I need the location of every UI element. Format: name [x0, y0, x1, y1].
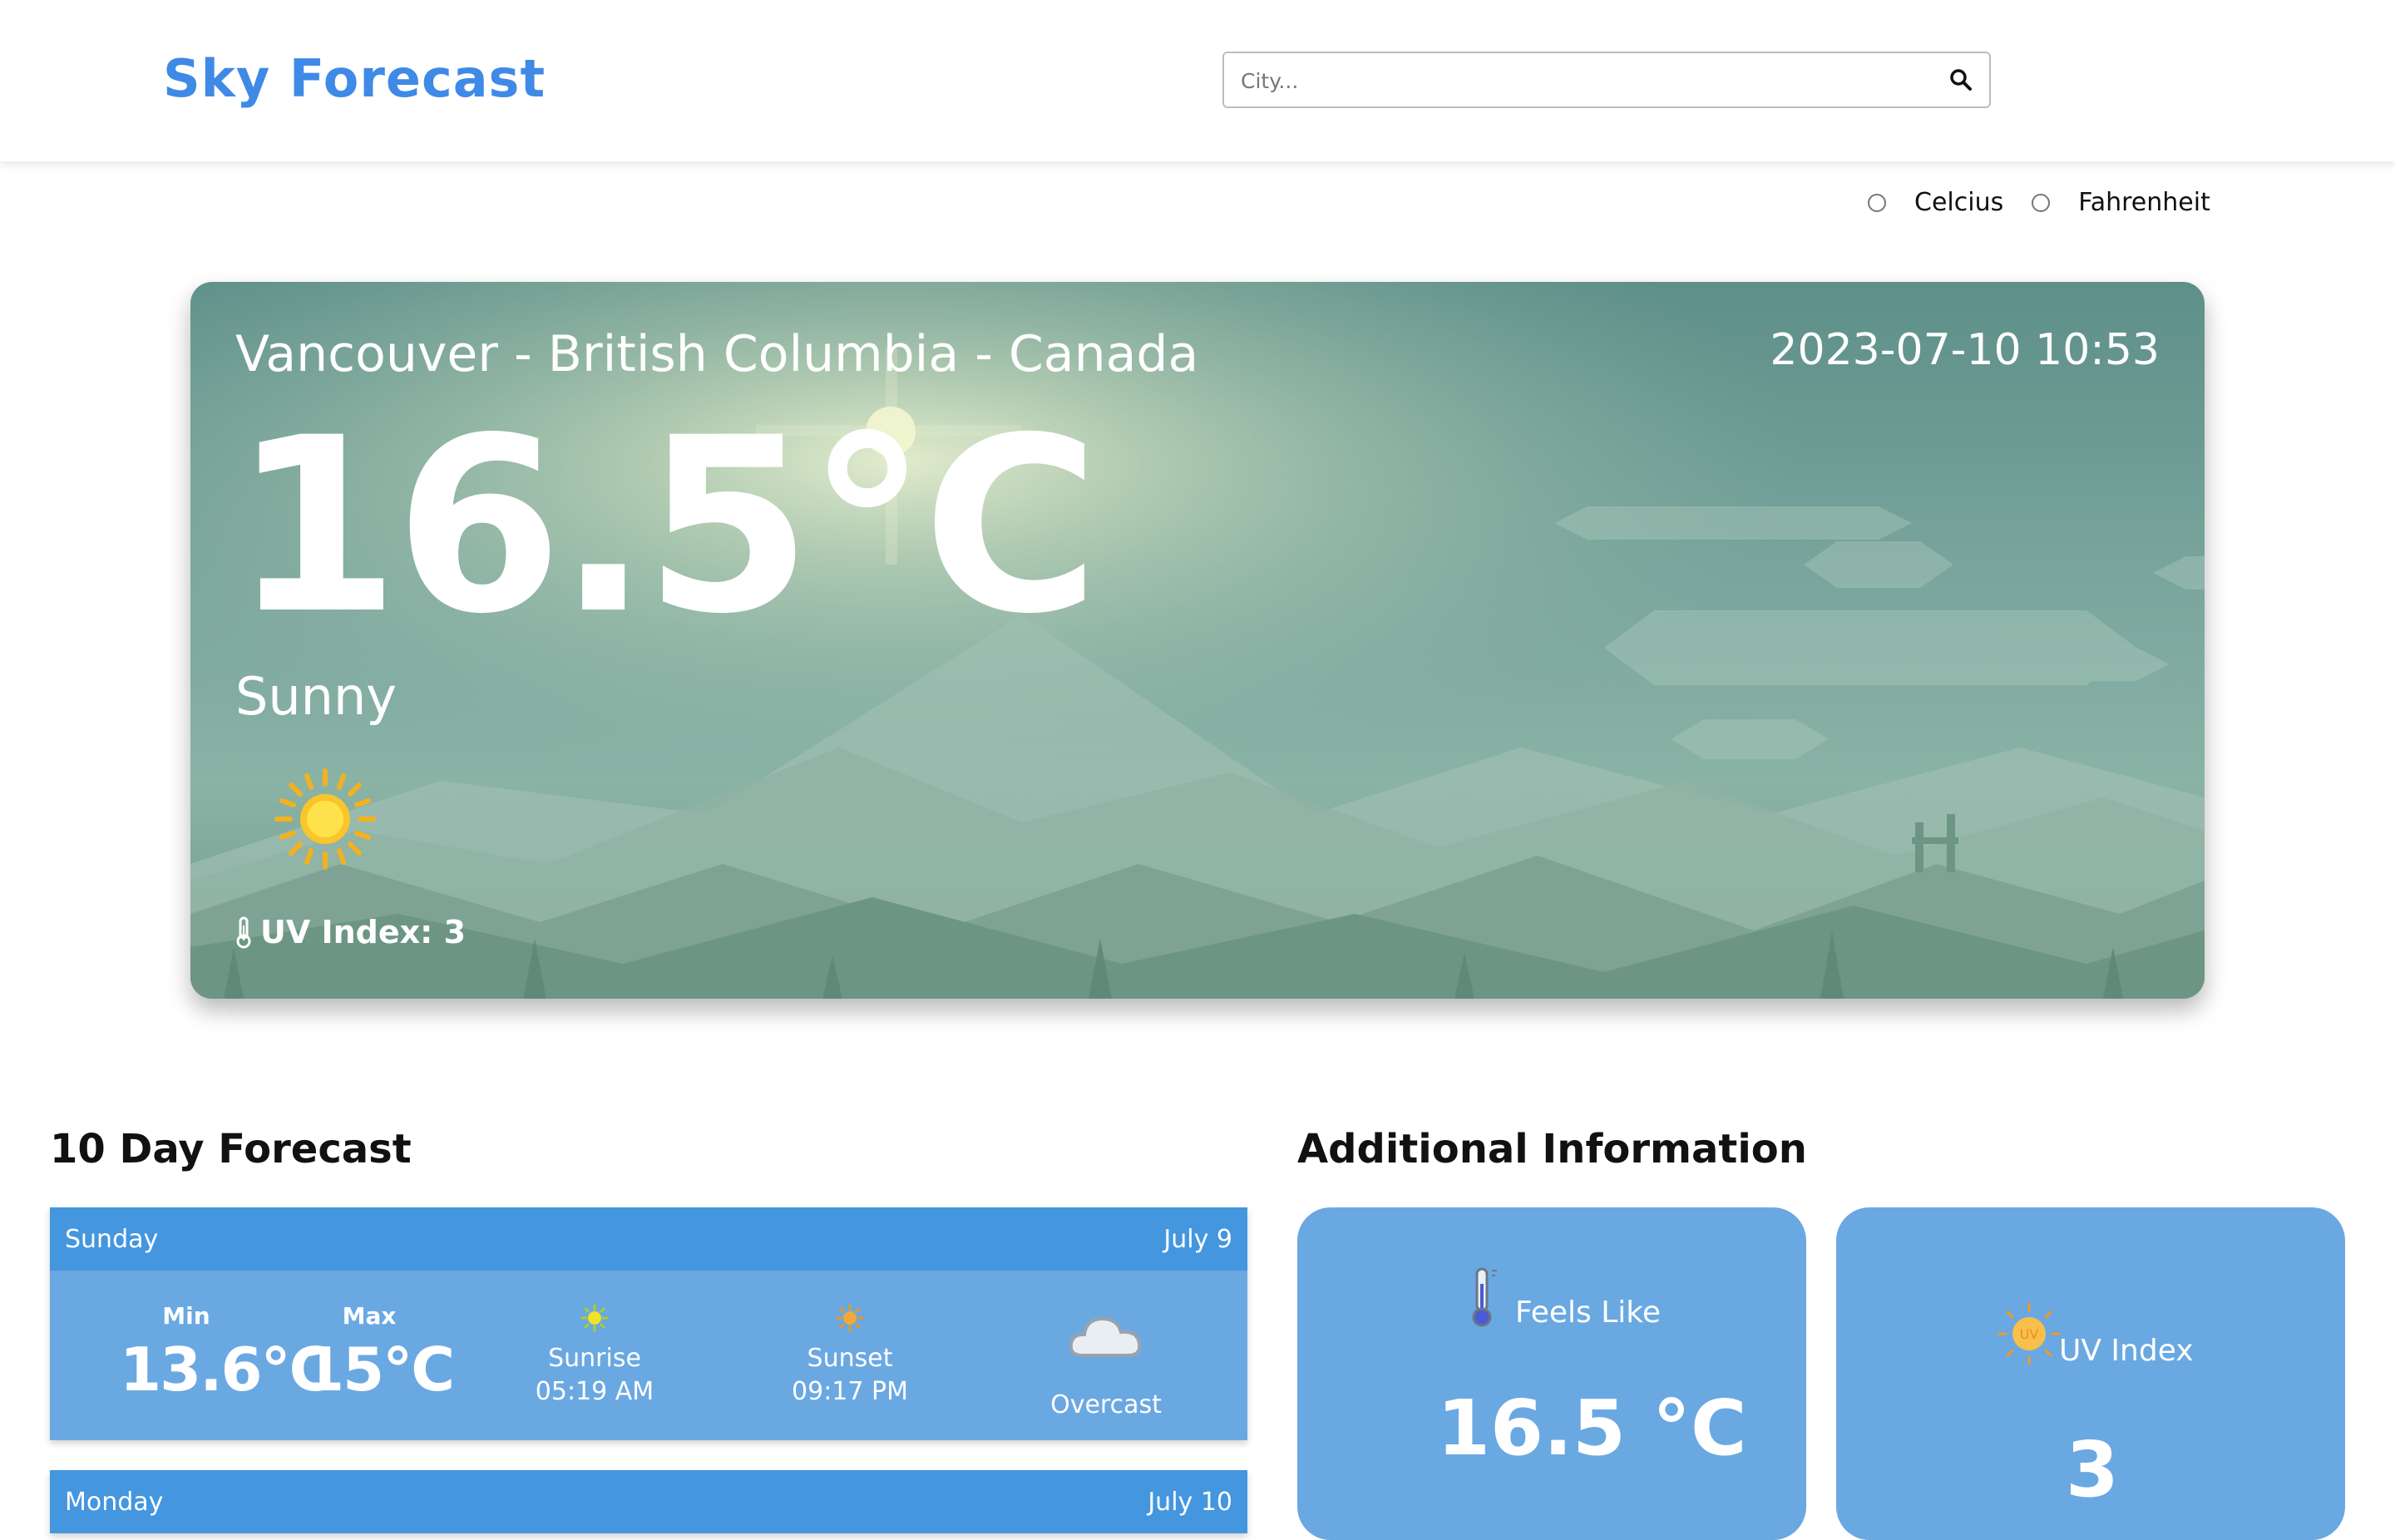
uv-sun-icon: UV [1997, 1302, 2061, 1365]
forecast-day-body: Min 13.6°C Max 15°C Sunrise 05:19 AM Sun… [50, 1271, 1247, 1440]
uv-index-value: 3 [2066, 1425, 2120, 1514]
uv-index-card: UV UV Index 3 [1836, 1207, 2345, 1540]
sunset-icon [836, 1304, 864, 1332]
thermometer-icon [1472, 1267, 1497, 1327]
location-title: Vancouver - British Columbia - Canada [235, 325, 1199, 383]
forecast-day-header: Monday July 10 [50, 1470, 1247, 1533]
max-temp: 15°C [303, 1335, 455, 1404]
sunrise-block: Sunrise 05:19 AM [528, 1304, 661, 1409]
feels-like-card: Feels Like 16.5 °C [1297, 1207, 1806, 1540]
forecast-condition-block: Overcast [1039, 1307, 1173, 1419]
forecast-day-name: Sunday [65, 1224, 159, 1254]
celsius-label[interactable]: Celcius [1914, 188, 2003, 217]
city-search-input[interactable] [1239, 53, 1924, 108]
brand-logo[interactable]: Sky Forecast [163, 48, 546, 109]
forecast-day-name: Monday [65, 1487, 164, 1517]
min-temp: 13.6°C [120, 1335, 333, 1404]
search-button[interactable] [1944, 63, 1978, 96]
forecast-day-card[interactable]: Sunday July 9 Min 13.6°C Max 15°C Sunris… [50, 1207, 1247, 1440]
sunrise-label: Sunrise [548, 1343, 641, 1373]
sunset-time: 09:17 PM [792, 1377, 908, 1406]
forecast-day-card[interactable]: Monday July 10 [50, 1470, 1247, 1533]
celsius-radio[interactable] [1868, 193, 1886, 212]
local-datetime: 2023-07-10 10:53 [1770, 325, 2160, 375]
search-box [1222, 52, 1991, 108]
uv-index-text: UV Index: 3 [260, 914, 467, 950]
feels-like-title: Feels Like [1515, 1296, 1662, 1330]
current-weather-card: Vancouver - British Columbia - Canada 20… [190, 282, 2205, 999]
forecast-condition-text: Overcast [1050, 1390, 1162, 1419]
additional-info-heading: Additional Information [1297, 1126, 1807, 1172]
max-temp-block: Max 15°C [303, 1302, 455, 1404]
forecast-day-header: Sunday July 9 [50, 1207, 1247, 1271]
cloud-icon [1069, 1316, 1142, 1357]
min-temp-block: Min 13.6°C [120, 1302, 333, 1404]
fahrenheit-label[interactable]: Fahrenheit [2078, 188, 2210, 217]
current-temperature: 16.5°C [232, 387, 1099, 667]
min-label: Min [162, 1302, 210, 1330]
fahrenheit-radio[interactable] [2032, 193, 2051, 212]
unit-toggle: Celcius Fahrenheit [1868, 188, 2210, 217]
forecast-day-date: July 10 [1148, 1487, 1232, 1517]
forecast-heading: 10 Day Forecast [50, 1126, 412, 1172]
uv-index-summary: UV Index: 3 [234, 914, 466, 950]
sunset-label: Sunset [807, 1343, 893, 1373]
forecast-day-date: July 9 [1163, 1224, 1232, 1254]
top-header: Sky Forecast [0, 0, 2395, 161]
sun-icon [274, 768, 376, 870]
sunrise-time: 05:19 AM [535, 1377, 654, 1406]
current-condition: Sunny [235, 666, 397, 727]
search-icon [1950, 69, 1972, 91]
max-label: Max [342, 1302, 397, 1330]
thermometer-icon [236, 916, 251, 949]
svg-text:UV: UV [2020, 1326, 2039, 1342]
feels-like-value: 16.5 °C [1437, 1384, 1747, 1473]
sunrise-icon [580, 1304, 609, 1332]
sunset-block: Sunset 09:17 PM [783, 1304, 916, 1409]
uv-index-title: UV Index [2059, 1334, 2194, 1368]
